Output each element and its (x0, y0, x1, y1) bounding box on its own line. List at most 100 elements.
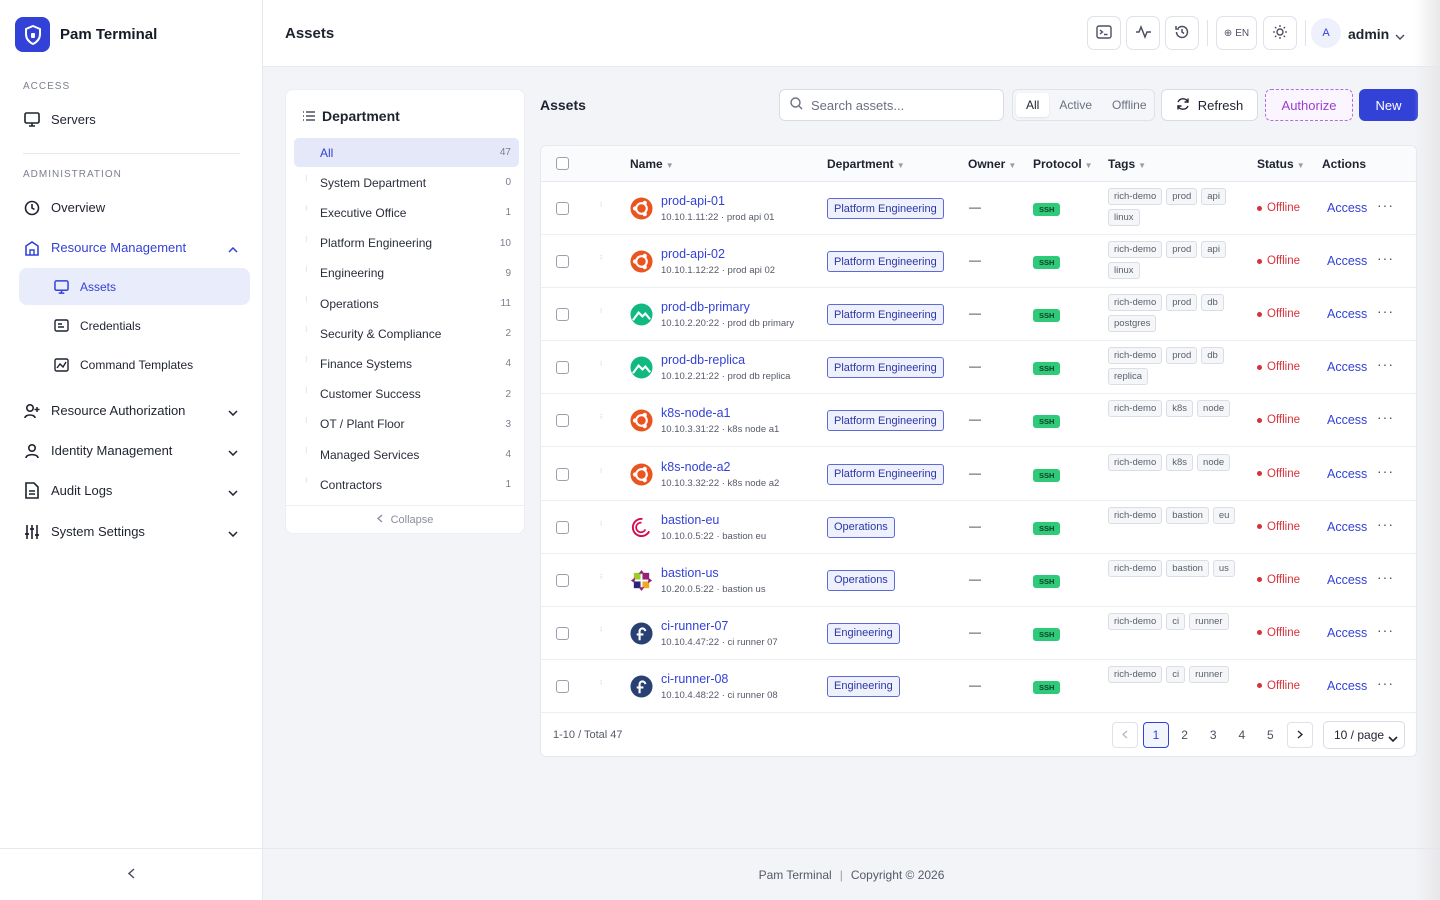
row-checkbox[interactable] (556, 361, 569, 375)
sidebar-item-credentials[interactable]: Credentials (19, 307, 250, 344)
row-checkbox[interactable] (556, 520, 569, 534)
drag-handle-icon[interactable]: ⁝ (600, 255, 602, 262)
filter-offline[interactable]: Offline (1102, 93, 1156, 117)
next-page-button[interactable] (1287, 722, 1313, 748)
theme-toggle-button[interactable] (1263, 16, 1297, 50)
access-link[interactable]: Access (1327, 201, 1367, 215)
department-item[interactable]: ⁝ System Department 0 (294, 168, 519, 197)
page-button[interactable]: 5 (1257, 722, 1283, 748)
asset-name-link[interactable]: k8s-node-a1 (661, 406, 731, 420)
page-size-select[interactable]: 10 / page (1323, 721, 1405, 749)
asset-name-link[interactable]: prod-db-replica (661, 353, 745, 367)
department-item[interactable]: ⁝ Finance Systems 4 (294, 349, 519, 378)
drag-handle-icon[interactable]: ⁝ (600, 521, 602, 528)
search-box[interactable] (779, 89, 1004, 121)
row-checkbox[interactable] (556, 467, 569, 481)
sidebar-item-overview[interactable]: Overview (19, 189, 250, 226)
row-checkbox[interactable] (556, 414, 569, 428)
page-button[interactable]: 3 (1200, 722, 1226, 748)
asset-name-link[interactable]: prod-db-primary (661, 300, 750, 314)
col-tags[interactable]: Tags ▼ (1108, 157, 1146, 171)
drag-handle-icon[interactable]: ⁝ (600, 680, 602, 687)
search-input[interactable] (811, 97, 991, 113)
access-link[interactable]: Access (1327, 467, 1367, 481)
access-link[interactable]: Access (1327, 254, 1367, 268)
asset-name-link[interactable]: bastion-eu (661, 513, 719, 527)
drag-handle-icon[interactable]: ⁝ (600, 574, 602, 581)
asset-name-link[interactable]: ci-runner-07 (661, 619, 728, 633)
row-checkbox[interactable] (556, 626, 569, 640)
brand[interactable]: Pam Terminal (15, 17, 157, 52)
row-checkbox[interactable] (556, 573, 569, 587)
page-button[interactable]: 1 (1143, 722, 1169, 748)
department-item[interactable]: ⁝ Managed Services 4 (294, 440, 519, 469)
col-status[interactable]: Status ▼ (1257, 157, 1305, 171)
sidebar-item-resource-authorization[interactable]: Resource Authorization (19, 392, 250, 429)
drag-handle-icon[interactable]: ⁝ (600, 414, 602, 421)
sidebar-item-identity-management[interactable]: Identity Management (19, 432, 250, 469)
department-item[interactable]: ⁝ Contractors 1 (294, 470, 519, 499)
drag-handle-icon[interactable]: ⁝ (600, 202, 602, 209)
department-item[interactable]: ⁝ OT / Plant Floor 3 (294, 410, 519, 439)
col-owner[interactable]: Owner ▼ (968, 157, 1016, 171)
department-item[interactable]: ⁝ Platform Engineering 10 (294, 229, 519, 258)
drag-handle-icon[interactable]: ⁝ (600, 627, 602, 634)
sidebar-item-assets[interactable]: Assets (19, 268, 250, 305)
drag-handle-icon[interactable]: ⁝ (600, 468, 602, 475)
col-protocol[interactable]: Protocol ▼ (1033, 157, 1093, 171)
access-link[interactable]: Access (1327, 360, 1367, 374)
department-item[interactable]: All 47 (294, 138, 519, 167)
page-button[interactable]: 4 (1229, 722, 1255, 748)
refresh-button[interactable]: Refresh (1161, 89, 1258, 121)
department-item[interactable]: ⁝ Operations 11 (294, 289, 519, 318)
row-checkbox[interactable] (556, 255, 569, 269)
more-actions-icon[interactable]: ··· (1377, 463, 1394, 479)
asset-name-link[interactable]: bastion-us (661, 566, 719, 580)
asset-name-link[interactable]: prod-api-02 (661, 247, 725, 261)
asset-name-link[interactable]: prod-api-01 (661, 194, 725, 208)
sidebar-collapse-button[interactable] (0, 848, 262, 900)
chevron-down-icon[interactable] (1395, 28, 1405, 43)
access-link[interactable]: Access (1327, 573, 1367, 587)
access-link[interactable]: Access (1327, 520, 1367, 534)
asset-name-link[interactable]: ci-runner-08 (661, 672, 728, 686)
more-actions-icon[interactable]: ··· (1377, 303, 1394, 319)
row-checkbox[interactable] (556, 202, 569, 215)
more-actions-icon[interactable]: ··· (1377, 675, 1394, 691)
select-all-checkbox[interactable] (556, 157, 569, 170)
sidebar-item-system-settings[interactable]: System Settings (19, 513, 250, 550)
department-collapse-button[interactable]: Collapse (286, 505, 524, 533)
sidebar-item-servers[interactable]: Servers (19, 101, 250, 138)
access-link[interactable]: Access (1327, 413, 1367, 427)
department-item[interactable]: ⁝ Customer Success 2 (294, 380, 519, 409)
prev-page-button[interactable] (1112, 722, 1138, 748)
sidebar-item-resource-management[interactable]: Resource Management (19, 229, 250, 266)
user-name[interactable]: admin (1348, 26, 1389, 42)
sidebar-item-command-templates[interactable]: Command Templates (19, 346, 250, 383)
more-actions-icon[interactable]: ··· (1377, 356, 1394, 372)
terminal-button[interactable] (1087, 16, 1121, 50)
drag-handle-icon[interactable]: ⁝ (600, 361, 602, 368)
sidebar-item-audit-logs[interactable]: Audit Logs (19, 472, 250, 509)
row-checkbox[interactable] (556, 679, 569, 693)
access-link[interactable]: Access (1327, 626, 1367, 640)
new-asset-button[interactable]: New (1359, 89, 1418, 121)
more-actions-icon[interactable]: ··· (1377, 250, 1394, 266)
col-name[interactable]: Name ▼ (630, 157, 674, 171)
more-actions-icon[interactable]: ··· (1377, 622, 1394, 638)
history-button[interactable] (1165, 16, 1199, 50)
drag-handle-icon[interactable]: ⁝ (600, 308, 602, 315)
department-item[interactable]: ⁝ Executive Office 1 (294, 198, 519, 227)
access-link[interactable]: Access (1327, 679, 1367, 693)
filter-active[interactable]: Active (1049, 93, 1102, 117)
department-item[interactable]: ⁝ Engineering 9 (294, 259, 519, 288)
col-department[interactable]: Department ▼ (827, 157, 905, 171)
more-actions-icon[interactable]: ··· (1377, 516, 1394, 532)
department-item[interactable]: ⁝ Security & Compliance 2 (294, 319, 519, 348)
page-button[interactable]: 2 (1172, 722, 1198, 748)
language-button[interactable]: ⊕ EN (1216, 16, 1257, 50)
avatar[interactable]: A (1311, 18, 1341, 48)
more-actions-icon[interactable]: ··· (1377, 409, 1394, 425)
filter-all[interactable]: All (1016, 93, 1050, 117)
authorize-button[interactable]: Authorize (1265, 89, 1353, 121)
